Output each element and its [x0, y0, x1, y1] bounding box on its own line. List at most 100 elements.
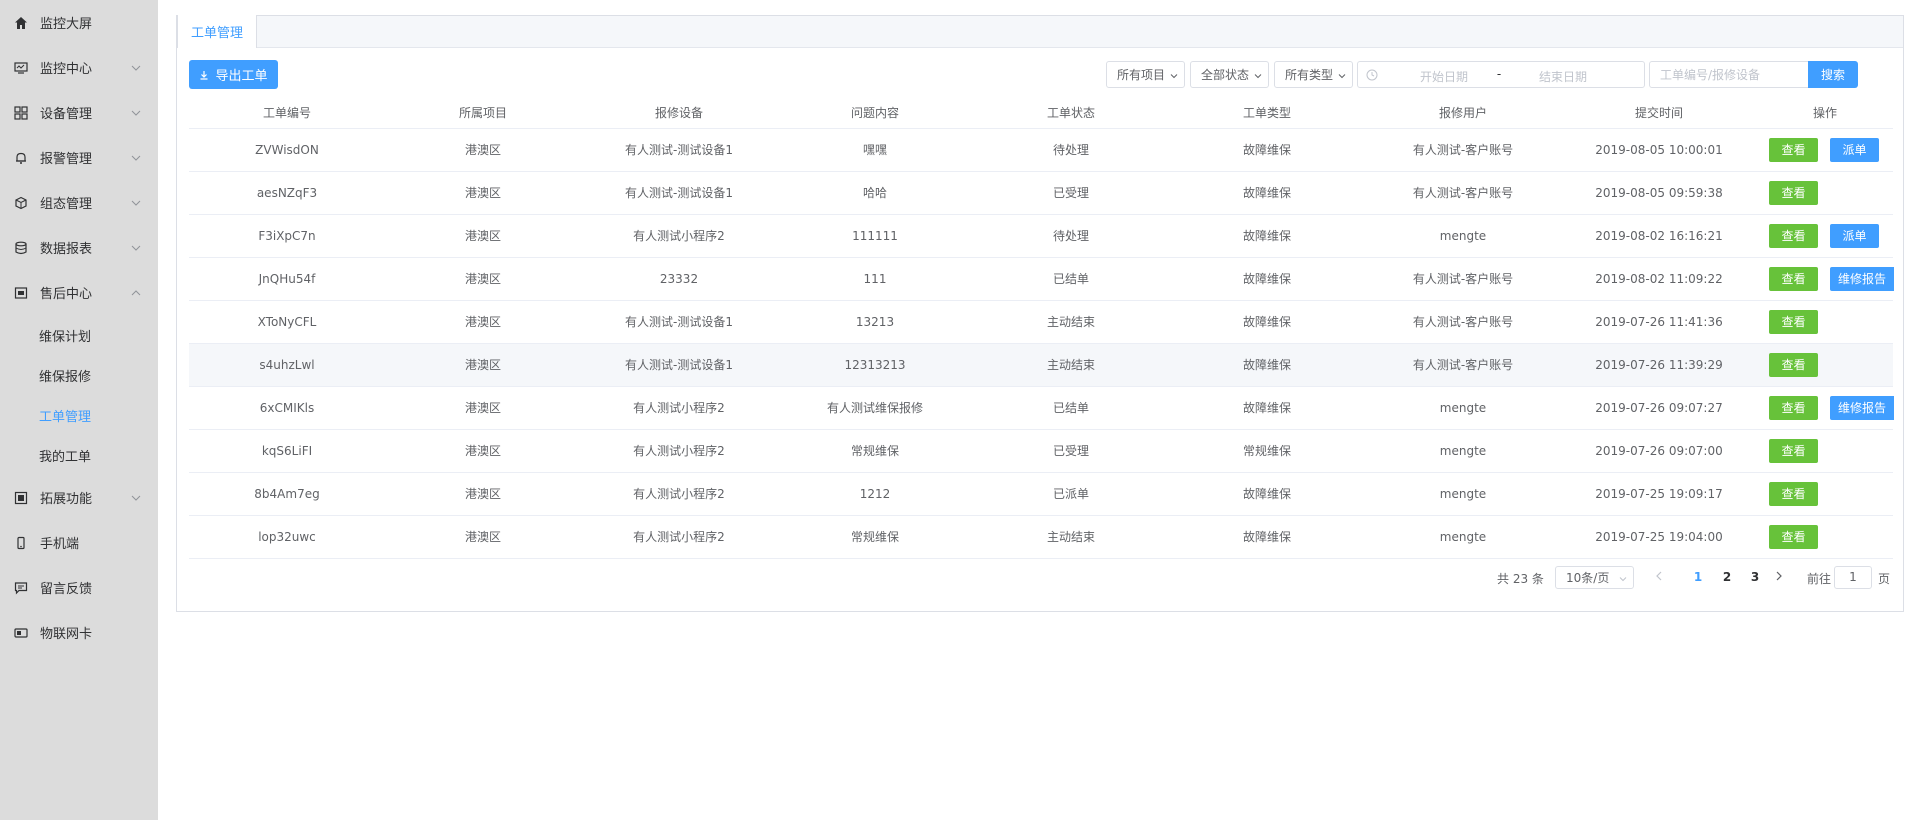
- project-cell: 港澳区: [385, 128, 581, 172]
- device-cell: 有人测试小程序2: [581, 515, 777, 559]
- sidebar-item-feedback[interactable]: 留言反馈: [0, 565, 158, 610]
- table-row: 8b4Am7eg 港澳区 有人测试小程序2 1212 已派单 故障维保 meng…: [189, 472, 1893, 516]
- actions-cell: 查看 派单: [1757, 128, 1893, 172]
- type-select[interactable]: 所有类型: [1274, 61, 1353, 88]
- sidebar-subitem-work-order-management[interactable]: 工单管理: [0, 395, 158, 435]
- tab-work-order-management[interactable]: 工单管理: [177, 15, 257, 48]
- date-range-picker[interactable]: 开始日期 - 结束日期: [1357, 61, 1645, 88]
- actions-cell: 查看: [1757, 429, 1893, 473]
- status-cell: 待处理: [973, 128, 1169, 172]
- column-header: 工单类型: [1169, 98, 1365, 129]
- order-id-cell: ZVWisdON: [189, 128, 385, 172]
- user-cell: mengte: [1365, 472, 1561, 516]
- service-icon: [14, 286, 28, 300]
- page-3-button[interactable]: 3: [1745, 570, 1765, 584]
- type-cell: 故障维保: [1169, 386, 1365, 430]
- type-cell: 故障维保: [1169, 214, 1365, 258]
- type-cell: 故障维保: [1169, 472, 1365, 516]
- sidebar-subitem-my-work-orders[interactable]: 我的工单: [0, 435, 158, 475]
- sidebar-item-data-report[interactable]: 数据报表: [0, 225, 158, 270]
- user-cell: 有人测试-客户账号: [1365, 343, 1561, 387]
- order-id-cell: kqS6LiFI: [189, 429, 385, 473]
- device-cell: 有人测试-测试设备1: [581, 128, 777, 172]
- extension-icon: [14, 491, 28, 505]
- column-header: 操作: [1757, 98, 1893, 129]
- dispatch-button[interactable]: 派单: [1830, 137, 1879, 162]
- page-size-select[interactable]: 10条/页: [1555, 566, 1634, 589]
- time-cell: 2019-07-25 19:09:17: [1561, 472, 1757, 516]
- main-panel: 工单管理 导出工单 所有项目 全部状态 所有类型 开始日期 - 结束日期 搜索: [176, 15, 1904, 612]
- table-row: lop32uwc 港澳区 有人测试小程序2 常规维保 主动结束 故障维保 men…: [189, 515, 1893, 559]
- chevron-down-icon: [130, 62, 142, 74]
- sidebar-item-extensions[interactable]: 拓展功能: [0, 475, 158, 520]
- chevron-down-icon: [130, 152, 142, 164]
- view-button[interactable]: 查看: [1769, 395, 1818, 420]
- view-button[interactable]: 查看: [1769, 180, 1818, 205]
- sidebar-item-device-management[interactable]: 设备管理: [0, 90, 158, 135]
- sidebar-item-label: 留言反馈: [40, 582, 93, 597]
- status-select[interactable]: 全部状态: [1190, 61, 1269, 88]
- status-cell: 已受理: [973, 429, 1169, 473]
- type-cell: 故障维保: [1169, 257, 1365, 301]
- type-cell: 故障维保: [1169, 171, 1365, 215]
- page-1-button[interactable]: 1: [1688, 570, 1708, 584]
- date-separator: -: [1496, 67, 1502, 81]
- repair-report-button[interactable]: 维修报告: [1830, 395, 1894, 420]
- view-button[interactable]: 查看: [1769, 137, 1818, 162]
- actions-cell: 查看: [1757, 171, 1893, 215]
- chevron-down-icon: [130, 492, 142, 504]
- dispatch-button[interactable]: 派单: [1830, 223, 1879, 248]
- sidebar-item-iot-card[interactable]: 物联网卡: [0, 610, 158, 655]
- sidebar-item-monitor-screen[interactable]: 监控大屏: [0, 0, 158, 45]
- sidebar-item-alarm-management[interactable]: 报警管理: [0, 135, 158, 180]
- view-button[interactable]: 查看: [1769, 266, 1818, 291]
- sidebar-subitem-maintenance-plan[interactable]: 维保计划: [0, 315, 158, 355]
- view-button[interactable]: 查看: [1769, 481, 1818, 506]
- order-id-cell: lop32uwc: [189, 515, 385, 559]
- user-cell: mengte: [1365, 386, 1561, 430]
- repair-report-button[interactable]: 维修报告: [1830, 266, 1894, 291]
- next-page-button[interactable]: [1773, 570, 1785, 584]
- type-cell: 故障维保: [1169, 343, 1365, 387]
- export-button[interactable]: 导出工单: [189, 60, 278, 89]
- project-select[interactable]: 所有项目: [1106, 61, 1185, 88]
- content-cell: 111: [777, 257, 973, 301]
- view-button[interactable]: 查看: [1769, 352, 1818, 377]
- sidebar-item-label: 手机端: [40, 537, 80, 552]
- chevron-up-icon: [130, 287, 142, 299]
- table-row: s4uhzLwl 港澳区 有人测试-测试设备1 12313213 主动结束 故障…: [189, 343, 1893, 387]
- page-jump-input[interactable]: 1: [1834, 566, 1872, 589]
- project-cell: 港澳区: [385, 343, 581, 387]
- device-cell: 有人测试-测试设备1: [581, 343, 777, 387]
- project-cell: 港澳区: [385, 472, 581, 516]
- sidebar-item-monitor-center[interactable]: 监控中心: [0, 45, 158, 90]
- end-date-input[interactable]: 结束日期: [1513, 68, 1613, 85]
- view-button[interactable]: 查看: [1769, 524, 1818, 549]
- start-date-input[interactable]: 开始日期: [1396, 68, 1492, 85]
- order-id-cell: 6xCMIKls: [189, 386, 385, 430]
- chevron-down-icon: [130, 197, 142, 209]
- page-2-button[interactable]: 2: [1717, 570, 1737, 584]
- view-button[interactable]: 查看: [1769, 438, 1818, 463]
- table-header-row: 工单编号 所属项目 报修设备 问题内容 工单状态 工单类型 报修用户 提交时间 …: [189, 98, 1893, 129]
- sidebar-item-label: 监控中心: [40, 62, 93, 77]
- sidebar-item-after-sales[interactable]: 售后中心: [0, 270, 158, 315]
- user-cell: 有人测试-客户账号: [1365, 300, 1561, 344]
- search-button[interactable]: 搜索: [1808, 61, 1858, 88]
- view-button[interactable]: 查看: [1769, 223, 1818, 248]
- device-cell: 有人测试-测试设备1: [581, 300, 777, 344]
- sidebar-subitem-maintenance-repair[interactable]: 维保报修: [0, 355, 158, 395]
- prev-page-button[interactable]: [1653, 570, 1665, 584]
- search-input[interactable]: [1649, 61, 1809, 88]
- order-id-cell: F3iXpC7n: [189, 214, 385, 258]
- sidebar-item-mobile[interactable]: 手机端: [0, 520, 158, 565]
- type-cell: 故障维保: [1169, 128, 1365, 172]
- user-cell: mengte: [1365, 214, 1561, 258]
- column-header: 问题内容: [777, 98, 973, 129]
- time-cell: 2019-07-25 19:04:00: [1561, 515, 1757, 559]
- actions-cell: 查看 派单: [1757, 214, 1893, 258]
- sidebar-item-configuration-management[interactable]: 组态管理: [0, 180, 158, 225]
- view-button[interactable]: 查看: [1769, 309, 1818, 334]
- table-row: aesNZqF3 港澳区 有人测试-测试设备1 哈哈 已受理 故障维保 有人测试…: [189, 171, 1893, 215]
- tab-bar: 工单管理: [177, 15, 1903, 48]
